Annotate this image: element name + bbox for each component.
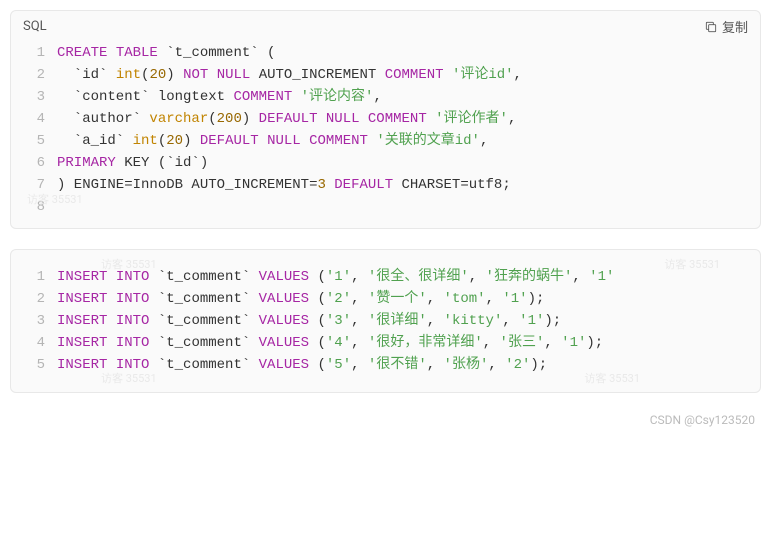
line-number: 4 [11, 332, 57, 354]
language-label: SQL [23, 19, 47, 34]
line-content: `content` longtext COMMENT '评论内容', [57, 86, 760, 108]
code-line: 3INSERT INTO `t_comment` VALUES ('3', '很… [11, 310, 760, 332]
code-line: 4 `author` varchar(200) DEFAULT NULL COM… [11, 108, 760, 130]
line-content: PRIMARY KEY (`id`) [57, 152, 760, 174]
code-block-2: 1INSERT INTO `t_comment` VALUES ('1', '很… [10, 249, 761, 393]
line-number: 6 [11, 152, 57, 174]
line-content: INSERT INTO `t_comment` VALUES ('1', '很全… [57, 266, 760, 288]
line-content: `id` int(20) NOT NULL AUTO_INCREMENT COM… [57, 64, 760, 86]
copy-button[interactable]: 复制 [704, 17, 748, 36]
copy-label: 复制 [722, 17, 748, 36]
copy-icon [704, 20, 718, 34]
line-number: 1 [11, 266, 57, 288]
line-number: 5 [11, 354, 57, 376]
line-number: 7 [11, 174, 57, 196]
code-body-2: 1INSERT INTO `t_comment` VALUES ('1', '很… [11, 250, 760, 392]
footer-attribution: CSDN @Csy123520 [10, 413, 761, 427]
code-line: 7) ENGINE=InnoDB AUTO_INCREMENT=3 DEFAUL… [11, 174, 760, 196]
line-content: `author` varchar(200) DEFAULT NULL COMME… [57, 108, 760, 130]
code-body-1: 1CREATE TABLE `t_comment` (2 `id` int(20… [11, 38, 760, 228]
line-number: 1 [11, 42, 57, 64]
line-content: INSERT INTO `t_comment` VALUES ('2', '赞一… [57, 288, 760, 310]
line-number: 4 [11, 108, 57, 130]
line-content: INSERT INTO `t_comment` VALUES ('3', '很详… [57, 310, 760, 332]
line-content: INSERT INTO `t_comment` VALUES ('5', '很不… [57, 354, 760, 376]
code-line: 1CREATE TABLE `t_comment` ( [11, 42, 760, 64]
line-number: 5 [11, 130, 57, 152]
line-number: 2 [11, 288, 57, 310]
line-content: INSERT INTO `t_comment` VALUES ('4', '很好… [57, 332, 760, 354]
code-line: 3 `content` longtext COMMENT '评论内容', [11, 86, 760, 108]
code-line: 2INSERT INTO `t_comment` VALUES ('2', '赞… [11, 288, 760, 310]
code-line: 2 `id` int(20) NOT NULL AUTO_INCREMENT C… [11, 64, 760, 86]
code-line: 8 [11, 196, 760, 218]
code-block-1: SQL 复制 1CREATE TABLE `t_comment` (2 `id`… [10, 10, 761, 229]
line-content: ) ENGINE=InnoDB AUTO_INCREMENT=3 DEFAULT… [57, 174, 760, 196]
line-number: 3 [11, 310, 57, 332]
line-number: 8 [11, 196, 57, 218]
line-content: `a_id` int(20) DEFAULT NULL COMMENT '关联的… [57, 130, 760, 152]
code-line: 5INSERT INTO `t_comment` VALUES ('5', '很… [11, 354, 760, 376]
code-line: 5 `a_id` int(20) DEFAULT NULL COMMENT '关… [11, 130, 760, 152]
code-header: SQL 复制 [11, 11, 760, 38]
code-line: 1INSERT INTO `t_comment` VALUES ('1', '很… [11, 266, 760, 288]
line-number: 3 [11, 86, 57, 108]
code-line: 6PRIMARY KEY (`id`) [11, 152, 760, 174]
code-line: 4INSERT INTO `t_comment` VALUES ('4', '很… [11, 332, 760, 354]
line-content: CREATE TABLE `t_comment` ( [57, 42, 760, 64]
line-number: 2 [11, 64, 57, 86]
